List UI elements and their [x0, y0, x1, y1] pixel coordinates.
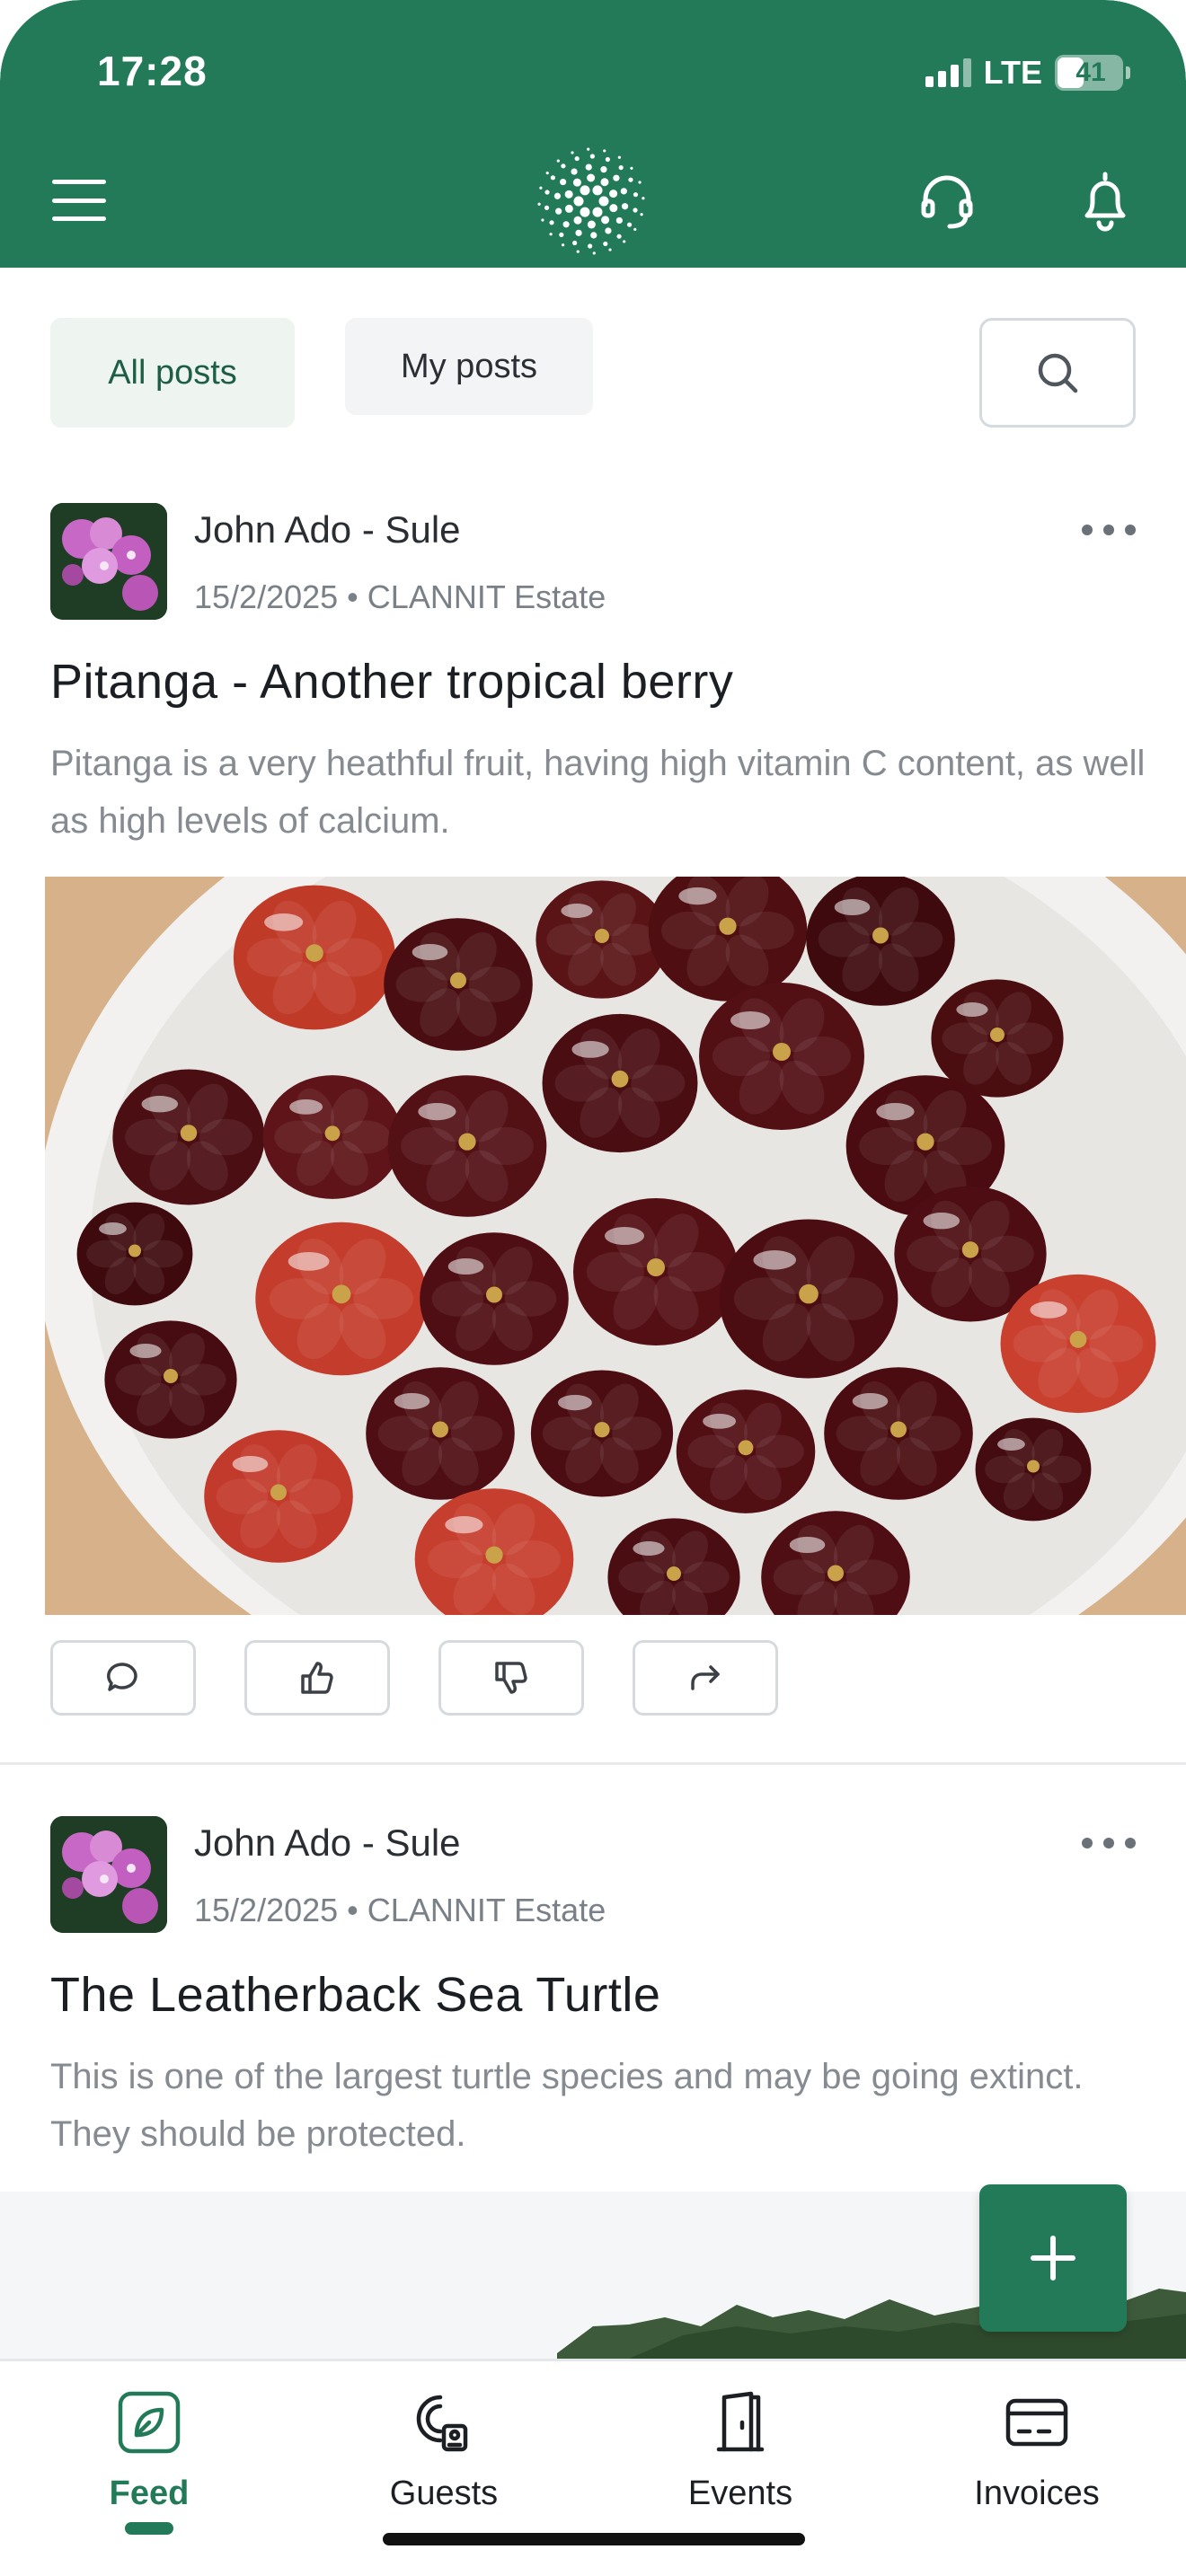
network-type: LTE	[983, 54, 1042, 91]
status-indicators: LTE 41	[925, 54, 1130, 92]
filter-my-posts[interactable]: My posts	[345, 318, 593, 415]
share-icon	[691, 1665, 720, 1690]
nav-label: Guests	[389, 2475, 499, 2512]
nav-label: Invoices	[974, 2475, 1100, 2512]
battery-icon: 41	[1055, 55, 1130, 91]
avatar[interactable]	[50, 503, 167, 620]
like-button[interactable]	[244, 1640, 390, 1716]
comment-button[interactable]	[50, 1640, 196, 1716]
post-meta: 15/2/2025 • CLANNIT Estate	[194, 578, 606, 616]
leaf-icon	[115, 2388, 183, 2457]
app-header: 17:28 LTE 41	[0, 0, 1186, 268]
nav-guests[interactable]: Guests	[345, 2388, 543, 2541]
nav-events[interactable]: Events	[642, 2388, 839, 2541]
bell-icon[interactable]	[1075, 169, 1136, 234]
hamburger-menu-icon[interactable]	[52, 180, 106, 221]
share-button[interactable]	[633, 1640, 778, 1716]
post-date: 15/2/2025	[194, 1892, 339, 1928]
app-screen: 17:28 LTE 41 All posts My posts John Ado…	[0, 0, 1186, 2576]
plus-icon	[1031, 2236, 1075, 2280]
more-options-icon[interactable]	[1082, 516, 1136, 543]
post-meta: 15/2/2025 • CLANNIT Estate	[194, 1892, 606, 1929]
meta-separator: •	[347, 1892, 358, 1928]
card-icon	[1003, 2388, 1071, 2457]
post-author: John Ado - Sule	[194, 508, 461, 551]
post-location: CLANNIT Estate	[367, 1892, 606, 1928]
status-time: 17:28	[97, 48, 208, 94]
comment-icon	[107, 1663, 137, 1691]
dotted-circle-logo	[537, 147, 645, 255]
pitanga-berries-image	[45, 877, 1186, 1615]
signal-icon	[925, 58, 971, 87]
thumbs-up-icon	[301, 1662, 333, 1694]
post-author: John Ado - Sule	[194, 1822, 461, 1864]
post-title: Pitanga - Another tropical berry	[50, 655, 734, 709]
search-button[interactable]	[979, 318, 1136, 428]
post-body: This is one of the largest turtle specie…	[50, 2057, 1084, 2154]
post-date: 15/2/2025	[194, 578, 339, 615]
post-image[interactable]	[45, 877, 1186, 1615]
nav-feed[interactable]: Feed	[50, 2388, 248, 2541]
headset-icon[interactable]	[915, 169, 979, 234]
nav-label: Events	[687, 2475, 793, 2512]
post-title: The Leatherback Sea Turtle	[50, 1968, 661, 2022]
more-options-icon[interactable]	[1082, 1830, 1136, 1857]
battery-level: 41	[1075, 57, 1106, 87]
dislike-button[interactable]	[438, 1640, 584, 1716]
guest-pass-icon	[410, 2388, 478, 2457]
nav-invoices[interactable]: Invoices	[938, 2388, 1136, 2541]
active-tab-indicator	[125, 2522, 173, 2535]
search-icon	[1038, 353, 1078, 393]
post-body: Pitanga is a very heathful fruit, having…	[50, 744, 1146, 841]
post-location: CLANNIT Estate	[367, 578, 606, 615]
home-indicator	[383, 2533, 805, 2545]
nav-label: Feed	[109, 2475, 190, 2512]
door-icon	[706, 2388, 774, 2457]
filter-all-posts[interactable]: All posts	[50, 318, 295, 428]
post-divider	[0, 1762, 1186, 1765]
meta-separator: •	[347, 578, 358, 615]
avatar[interactable]	[50, 1816, 167, 1933]
thumbs-down-icon	[495, 1662, 527, 1694]
create-post-button[interactable]	[979, 2184, 1127, 2332]
